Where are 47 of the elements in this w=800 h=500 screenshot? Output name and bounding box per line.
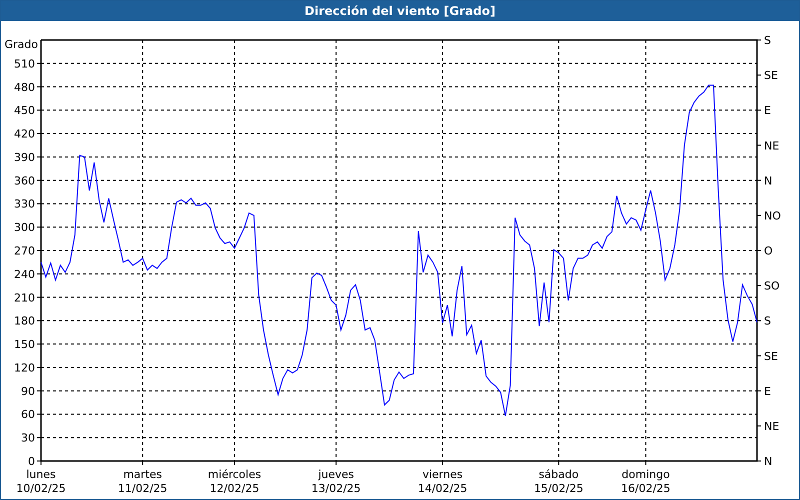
y-tick-label: 30 [21, 432, 35, 445]
compass-label: SE [764, 350, 778, 363]
compass-label: SO [764, 280, 780, 293]
compass-label: O [764, 244, 773, 258]
y-tick-label: 0 [28, 455, 35, 468]
compass-label: S [764, 34, 771, 47]
x-tick-label: 11/02/25 [118, 482, 168, 495]
weekday-label: lunes [26, 468, 56, 481]
x-tick-label: 14/02/25 [418, 482, 468, 495]
y-axis-title: Grado [4, 38, 38, 51]
compass-label: S [764, 314, 771, 328]
y-tick-label: 120 [14, 361, 35, 374]
compass-label: NE [764, 139, 780, 152]
y-tick-label: 180 [14, 314, 35, 328]
y-tick-label: 240 [14, 268, 35, 281]
x-tick-label: 16/02/25 [621, 482, 670, 495]
y-tick-label: 420 [14, 128, 35, 141]
weekday-label: viernes [422, 468, 463, 481]
x-tick-label: 15/02/25 [534, 482, 584, 495]
compass-label: NO [764, 209, 781, 222]
y-tick-label: 210 [14, 291, 35, 304]
compass-label: N [764, 455, 772, 468]
compass-label: N [764, 174, 772, 188]
y-tick-label: 480 [14, 80, 35, 94]
y-tick-label: 390 [14, 150, 35, 164]
y-tick-label: 60 [21, 408, 35, 422]
y-tick-label: 150 [14, 338, 35, 352]
weekday-label: miércoles [208, 468, 262, 481]
y-tick-label: 300 [14, 221, 35, 234]
y-tick-label: 270 [14, 244, 35, 258]
y-tick-label: 330 [14, 198, 35, 211]
compass-label: E [764, 384, 771, 398]
y-tick-label: 510 [14, 57, 35, 70]
y-tick-label: 450 [14, 104, 35, 118]
x-tick-label: 10/02/25 [16, 482, 66, 495]
weekday-label: jueves [318, 468, 354, 481]
weekday-label: domingo [622, 468, 670, 481]
compass-label: NE [764, 420, 780, 433]
chart-title: Dirección del viento [Grado] [304, 4, 496, 18]
x-tick-label: 13/02/25 [311, 482, 361, 495]
weekday-label: martes [123, 468, 162, 481]
compass-label: E [764, 104, 771, 118]
x-tick-label: 12/02/25 [210, 482, 260, 495]
compass-label: SE [764, 69, 778, 82]
y-tick-label: 90 [21, 384, 35, 398]
weekday-label: sábado [538, 468, 579, 481]
y-tick-label: 360 [14, 174, 35, 188]
